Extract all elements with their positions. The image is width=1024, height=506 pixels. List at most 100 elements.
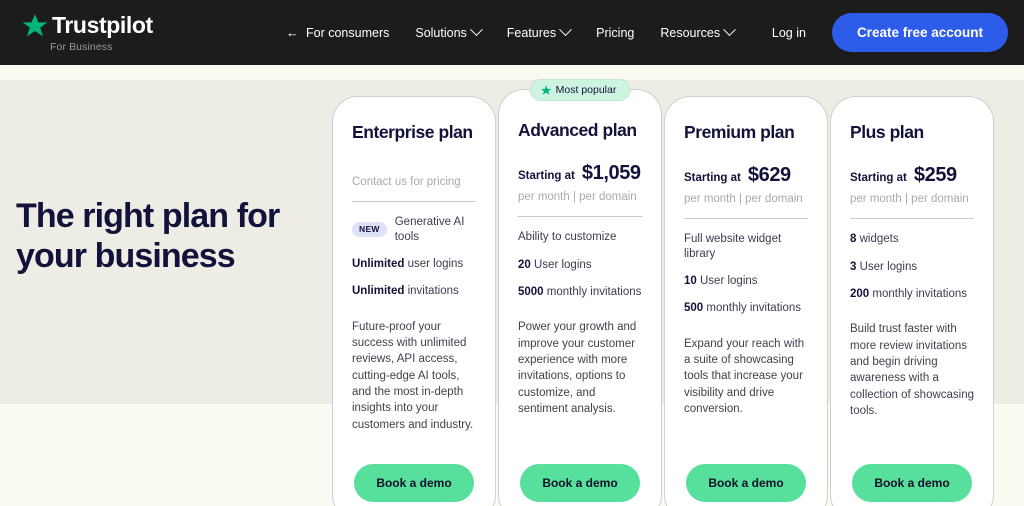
- feature-item: 20 User logins: [518, 258, 642, 272]
- feature-text: Generative AI tools: [394, 216, 465, 243]
- feature-item: 200 monthly invitations: [850, 287, 974, 301]
- feature-text: monthly invitations: [872, 288, 967, 300]
- feature-text: invitations: [407, 285, 459, 298]
- pricing-card-advanced: Most popular Advanced plan Starting at $…: [498, 79, 662, 506]
- plan-description: Expand your reach with a suite of showca…: [684, 337, 805, 416]
- chevron-down-icon: [469, 23, 483, 37]
- divider: [684, 218, 808, 220]
- nav-item-pricing[interactable]: Pricing: [596, 26, 634, 40]
- feature-item: Full website widget library: [684, 232, 808, 261]
- nav-item-solutions[interactable]: Solutions: [415, 23, 483, 40]
- feature-bold: 3: [850, 260, 857, 273]
- book-a-demo-button[interactable]: Book a demo: [852, 464, 972, 502]
- feature-item: Ability to customize: [518, 230, 642, 244]
- plan-contact-pricing: Contact us for pricing: [352, 176, 461, 189]
- feature-text: widgets: [859, 233, 899, 246]
- price-amount: $629: [747, 164, 791, 187]
- login-link[interactable]: Log in: [772, 26, 806, 40]
- cta-wrapper: Book a demo: [518, 464, 642, 506]
- feature-item: 500 monthly invitations: [684, 301, 808, 315]
- plan-features: Ability to customize 20 User logins 5000…: [518, 230, 642, 299]
- most-popular-badge: Most popular: [529, 79, 631, 101]
- cta-wrapper: Book a demo: [850, 464, 974, 506]
- feature-bold: Unlimited: [352, 258, 405, 270]
- price-amount: $1,059: [581, 162, 641, 185]
- feature-item: 8 widgets: [850, 232, 974, 246]
- book-a-demo-button[interactable]: Book a demo: [354, 464, 474, 502]
- plan-features: 8 widgets 3 User logins 200 monthly invi…: [850, 232, 974, 301]
- plan-price-row: Starting at $1,059: [518, 162, 642, 186]
- feature-bold: 500: [684, 302, 704, 315]
- pricing-cards: Enterprise plan Contact us for pricing N…: [332, 79, 994, 506]
- plan-description: Build trust faster with more review invi…: [850, 323, 975, 418]
- price-amount: $259: [913, 164, 957, 187]
- divider: [352, 201, 476, 203]
- hero-section: The right plan for your business Enterpr…: [0, 65, 1024, 506]
- pricing-card-premium: Premium plan Starting at $629 per month …: [664, 96, 828, 506]
- feature-bold: 8: [850, 233, 857, 246]
- login-label: Log in: [771, 25, 806, 40]
- plan-name: Advanced plan: [518, 120, 637, 140]
- plan-name: Enterprise plan: [352, 122, 473, 142]
- price-prefix: Starting at: [684, 172, 741, 185]
- chevron-down-icon: [559, 23, 573, 37]
- price-prefix: Starting at: [850, 172, 907, 185]
- top-navbar: Trustpilot For Business ← For consumers …: [0, 0, 1024, 65]
- pricing-card-enterprise: Enterprise plan Contact us for pricing N…: [332, 96, 496, 506]
- feature-text: monthly invitations: [546, 286, 642, 298]
- price-prefix: Starting at: [518, 170, 575, 183]
- plan-description: Power your growth and improve your custo…: [518, 321, 637, 416]
- most-popular-label: Most popular: [555, 84, 617, 96]
- book-a-demo-button[interactable]: Book a demo: [686, 464, 806, 502]
- plan-name: Premium plan: [684, 122, 795, 142]
- nav-label: Pricing: [596, 25, 635, 40]
- arrow-left-icon: ←: [286, 25, 299, 40]
- nav-right-group: Log in Create free account: [772, 13, 1008, 52]
- plan-features: Full website widget library 10 User logi…: [684, 232, 808, 316]
- feature-bold: 5000: [518, 286, 544, 298]
- nav-links: ← For consumers Solutions Features Prici…: [286, 23, 736, 40]
- book-a-demo-button[interactable]: Book a demo: [520, 464, 640, 502]
- feature-item: Unlimited user logins: [352, 257, 476, 271]
- price-period: per month | per domain: [684, 193, 803, 206]
- plan-price-row: Starting at $629: [684, 164, 808, 188]
- plan-name: Plus plan: [850, 122, 924, 142]
- trustpilot-logo[interactable]: Trustpilot For Business: [22, 13, 272, 53]
- cta-wrapper: Book a demo: [352, 464, 476, 506]
- page-title-line2: your business: [16, 236, 236, 275]
- pricing-card-plus: Plus plan Starting at $259 per month | p…: [830, 96, 994, 506]
- star-icon: [540, 84, 552, 95]
- price-period: per month | per domain: [518, 191, 637, 204]
- nav-item-resources[interactable]: Resources: [660, 23, 736, 40]
- plan-price-row: Starting at $259: [850, 164, 974, 188]
- nav-label: Resources: [660, 25, 721, 40]
- feature-text: Ability to customize: [518, 231, 617, 244]
- feature-text: User logins: [700, 275, 758, 287]
- feature-bold: Unlimited: [352, 285, 405, 298]
- nav-label: Solutions: [415, 25, 467, 40]
- feature-item: 3 User logins: [850, 260, 974, 274]
- cta-wrapper: Book a demo: [684, 464, 808, 506]
- nav-label: For consumers: [306, 25, 390, 40]
- feature-item: 5000 monthly invitations: [518, 285, 642, 299]
- feature-text: monthly invitations: [706, 302, 801, 315]
- feature-text: User logins: [534, 258, 592, 271]
- nav-item-features[interactable]: Features: [507, 23, 573, 40]
- plan-description: Future-proof your success with unlimited…: [352, 320, 474, 431]
- trustpilot-star-icon: [22, 13, 48, 36]
- new-badge: NEW: [352, 222, 387, 237]
- feature-item: Unlimited invitations: [352, 284, 476, 298]
- feature-text: Full website widget library: [684, 233, 782, 260]
- logo-row: Trustpilot: [22, 13, 272, 39]
- feature-text: User logins: [859, 260, 918, 273]
- page-title: The right plan for your business: [16, 197, 316, 277]
- create-free-account-button[interactable]: Create free account: [831, 13, 1008, 52]
- divider: [850, 218, 974, 220]
- feature-item: 10 User logins: [684, 274, 808, 288]
- plan-features: NEW Generative AI tools Unlimited user l…: [352, 215, 476, 299]
- feature-item: NEW Generative AI tools: [352, 215, 476, 244]
- nav-item-for-consumers[interactable]: ← For consumers: [286, 26, 389, 40]
- logo-tagline: For Business: [50, 40, 113, 53]
- logo-wordmark: Trustpilot: [52, 12, 153, 38]
- divider: [518, 216, 642, 218]
